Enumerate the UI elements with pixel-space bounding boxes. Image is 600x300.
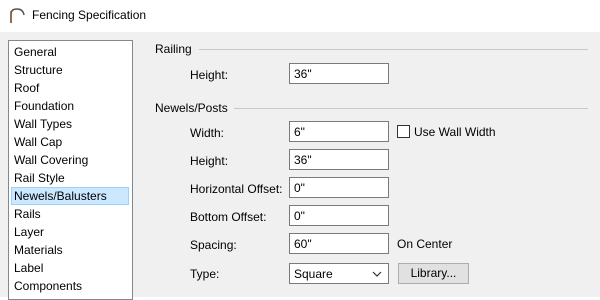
sidebar-item-components[interactable]: Components <box>12 278 84 294</box>
spacing-label: Spacing: <box>190 238 237 252</box>
spacing-unit-label: On Center <box>397 237 453 251</box>
railing-divider <box>199 49 588 50</box>
type-select[interactable]: Square <box>289 263 389 284</box>
sidebar-item-materials[interactable]: Materials <box>12 242 65 258</box>
newel-width-label: Width: <box>190 126 225 140</box>
spacing-input[interactable] <box>289 233 389 254</box>
type-label: Type: <box>190 267 220 281</box>
title-bar: Fencing Specification <box>0 0 600 32</box>
newel-width-input[interactable] <box>289 121 389 142</box>
sidebar-item-rails[interactable]: Rails <box>12 206 43 222</box>
dialog-body: General Structure Roof Foundation Wall T… <box>0 32 600 300</box>
railing-height-input[interactable] <box>289 63 389 84</box>
sidebar-item-wall-types[interactable]: Wall Types <box>12 116 74 132</box>
sidebar-item-rail-style[interactable]: Rail Style <box>12 170 67 186</box>
newels-group-label: Newels/Posts <box>155 101 228 115</box>
use-wall-width-label[interactable]: Use Wall Width <box>414 125 496 139</box>
sidebar-item-general[interactable]: General <box>12 44 59 60</box>
newel-height-label: Height: <box>190 154 229 168</box>
sidebar-item-roof[interactable]: Roof <box>12 80 41 96</box>
fence-arch-icon <box>10 8 25 23</box>
type-select-value: Square <box>294 267 333 281</box>
library-button[interactable]: Library... <box>398 263 469 284</box>
category-list[interactable]: General Structure Roof Foundation Wall T… <box>8 40 133 300</box>
sidebar-item-structure[interactable]: Structure <box>12 62 65 78</box>
horizontal-offset-input[interactable] <box>289 177 389 198</box>
railing-height-label: Height: <box>190 68 229 82</box>
sidebar-item-label[interactable]: Label <box>12 260 45 276</box>
use-wall-width-checkbox[interactable] <box>397 125 410 138</box>
sidebar-item-layer[interactable]: Layer <box>12 224 46 240</box>
bottom-offset-label: Bottom Offset: <box>190 210 267 224</box>
bottom-offset-input[interactable] <box>289 205 389 226</box>
newels-divider <box>234 108 588 109</box>
newel-height-input[interactable] <box>289 149 389 170</box>
sidebar-item-newels-balusters[interactable]: Newels/Balusters <box>11 187 129 205</box>
sidebar-item-wall-covering[interactable]: Wall Covering <box>12 152 90 168</box>
chevron-down-icon <box>372 271 382 277</box>
railing-group-label: Railing <box>155 42 192 56</box>
window-title: Fencing Specification <box>32 8 147 22</box>
horizontal-offset-label: Horizontal Offset: <box>190 182 283 196</box>
sidebar-item-foundation[interactable]: Foundation <box>12 98 76 114</box>
sidebar-item-wall-cap[interactable]: Wall Cap <box>12 134 64 150</box>
